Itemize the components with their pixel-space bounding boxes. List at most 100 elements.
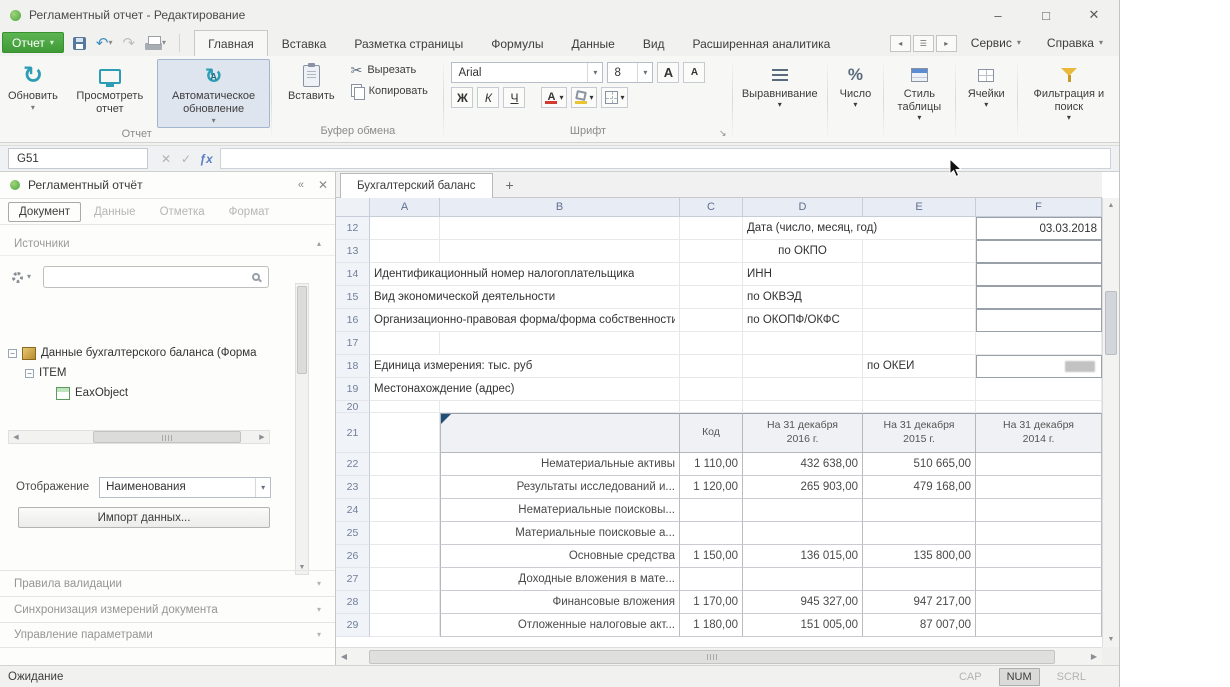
nav-list-button[interactable]: ☰	[913, 35, 934, 52]
cell-F12[interactable]: 03.03.2018	[976, 217, 1102, 240]
redo-button[interactable]: ↷	[119, 34, 138, 53]
dialog-launcher-icon[interactable]: ↘	[719, 128, 727, 139]
ribbon-tab-4[interactable]: Данные	[557, 30, 628, 56]
underline-button[interactable]: Ч	[503, 87, 525, 108]
cell-E28[interactable]: 947 217,00	[863, 591, 976, 614]
ribbon-tab-3[interactable]: Формулы	[477, 30, 557, 56]
font-name-select[interactable]: Arial ▾	[451, 62, 603, 83]
cell-C24[interactable]	[680, 499, 743, 522]
cell-F14[interactable]	[976, 263, 1102, 286]
sheet-tab[interactable]: Бухгалтерский баланс	[340, 173, 493, 198]
sheet-vertical-scrollbar[interactable]: ▲ ▼	[1102, 198, 1119, 647]
cell-E26[interactable]: 135 800,00	[863, 545, 976, 568]
cancel-entry-icon[interactable]: ✕	[156, 152, 176, 166]
cell-D20[interactable]	[743, 401, 863, 413]
cell-D14[interactable]: ИНН	[743, 263, 863, 286]
row-header-24[interactable]: 24	[336, 499, 370, 522]
ribbon-tab-2[interactable]: Разметка страницы	[340, 30, 477, 56]
cell-E22[interactable]: 510 665,00	[863, 453, 976, 476]
report-menu-button[interactable]: Отчет ▾	[2, 32, 64, 53]
cell-C12[interactable]	[680, 217, 743, 240]
cell-B25[interactable]: Материальные поисковые а...	[440, 522, 680, 545]
cell-A29[interactable]	[370, 614, 440, 637]
cell-A18[interactable]: Единица измерения: тыс. руб	[370, 355, 680, 378]
grid-corner[interactable]	[336, 198, 370, 217]
cell-A14[interactable]: Идентификационный номер налогоплательщик…	[370, 263, 680, 286]
menu-0[interactable]: Сервис▾	[965, 36, 1027, 50]
column-header-E[interactable]: E	[863, 198, 976, 217]
save-button[interactable]	[70, 35, 89, 52]
row-header-15[interactable]: 15	[336, 286, 370, 309]
cell-B27[interactable]: Доходные вложения в мате...	[440, 568, 680, 591]
panel-vertical-scrollbar[interactable]: ▼	[295, 283, 309, 575]
preview-report-button[interactable]: Просмотреть отчет	[67, 59, 153, 119]
panel-section-1[interactable]: Синхронизация измерений документа▾	[0, 596, 335, 622]
cell-D29[interactable]: 151 005,00	[743, 614, 863, 637]
cell-C26[interactable]: 1 150,00	[680, 545, 743, 568]
column-header-B[interactable]: B	[440, 198, 680, 217]
row-header-22[interactable]: 22	[336, 453, 370, 476]
cell-A13[interactable]	[370, 240, 440, 263]
column-header-F[interactable]: F	[976, 198, 1102, 217]
cell-F27[interactable]	[976, 568, 1102, 591]
panel-horizontal-scrollbar[interactable]: ◀ ▶	[8, 430, 270, 444]
nav-forward-button[interactable]: ▸	[936, 35, 957, 52]
borders-button[interactable]: ▾	[601, 87, 628, 108]
scroll-right-icon[interactable]: ▶	[1086, 649, 1102, 665]
tree-node-2[interactable]: EaxObject	[4, 383, 289, 403]
font-color-button[interactable]: А ▾	[541, 87, 567, 108]
cell-F29[interactable]	[976, 614, 1102, 637]
row-header-12[interactable]: 12	[336, 217, 370, 240]
cell-B20[interactable]	[440, 401, 680, 413]
cell-B29[interactable]: Отложенные налоговые акт...	[440, 614, 680, 637]
row-header-21[interactable]: 21	[336, 413, 370, 453]
cell-A26[interactable]	[370, 545, 440, 568]
add-sheet-button[interactable]: +	[499, 174, 521, 196]
cells-button[interactable]: Ячейки ▾	[963, 59, 1010, 112]
font-size-select[interactable]: 8 ▾	[607, 62, 653, 83]
cell-D16[interactable]: по ОКОПФ/ОКФС	[743, 309, 863, 332]
cell-F25[interactable]	[976, 522, 1102, 545]
panel-tab-3[interactable]: Формат	[218, 202, 281, 222]
fill-color-button[interactable]: ▾	[571, 87, 597, 108]
settings-button[interactable]: ▾	[12, 272, 31, 283]
row-header-17[interactable]: 17	[336, 332, 370, 355]
undo-button[interactable]: ↶▾	[93, 34, 116, 53]
cell-E20[interactable]	[863, 401, 976, 413]
ribbon-tab-0[interactable]: Главная	[194, 30, 268, 56]
cell-A23[interactable]	[370, 476, 440, 499]
cell-C14[interactable]	[680, 263, 743, 286]
cell-D24[interactable]	[743, 499, 863, 522]
cell-C15[interactable]	[680, 286, 743, 309]
cell-F18[interactable]	[976, 355, 1102, 378]
cell-F13[interactable]	[976, 240, 1102, 263]
row-header-29[interactable]: 29	[336, 614, 370, 637]
cell-F21[interactable]: На 31 декабря 2014 г.	[976, 413, 1102, 453]
scrollbar-thumb[interactable]	[1105, 291, 1117, 355]
cell-C20[interactable]	[680, 401, 743, 413]
row-header-19[interactable]: 19	[336, 378, 370, 401]
cell-D17[interactable]	[743, 332, 863, 355]
ribbon-tab-5[interactable]: Вид	[629, 30, 679, 56]
grow-font-button[interactable]: A	[657, 62, 679, 83]
cell-B13[interactable]	[440, 240, 680, 263]
paste-button[interactable]: Вставить	[283, 59, 340, 106]
close-button[interactable]: ✕	[1083, 5, 1105, 25]
cell-B17[interactable]	[440, 332, 680, 355]
cell-F15[interactable]	[976, 286, 1102, 309]
cell-A12[interactable]	[370, 217, 440, 240]
cell-F28[interactable]	[976, 591, 1102, 614]
cell-A19[interactable]: Местонахождение (адрес)	[370, 378, 680, 401]
cell-C19[interactable]	[680, 378, 743, 401]
row-header-13[interactable]: 13	[336, 240, 370, 263]
cell-D18[interactable]	[743, 355, 863, 378]
cell-C22[interactable]: 1 110,00	[680, 453, 743, 476]
row-header-20[interactable]: 20	[336, 401, 370, 413]
cell-D28[interactable]: 945 327,00	[743, 591, 863, 614]
alignment-button[interactable]: Выравнивание ▾	[737, 59, 823, 112]
cell-A15[interactable]: Вид экономической деятельности	[370, 286, 680, 309]
cell-B24[interactable]: Нематериальные поисковы...	[440, 499, 680, 522]
column-header-A[interactable]: A	[370, 198, 440, 217]
collapse-panel-button[interactable]: «	[291, 179, 311, 191]
table-style-button[interactable]: Стиль таблицы ▾	[885, 59, 953, 125]
